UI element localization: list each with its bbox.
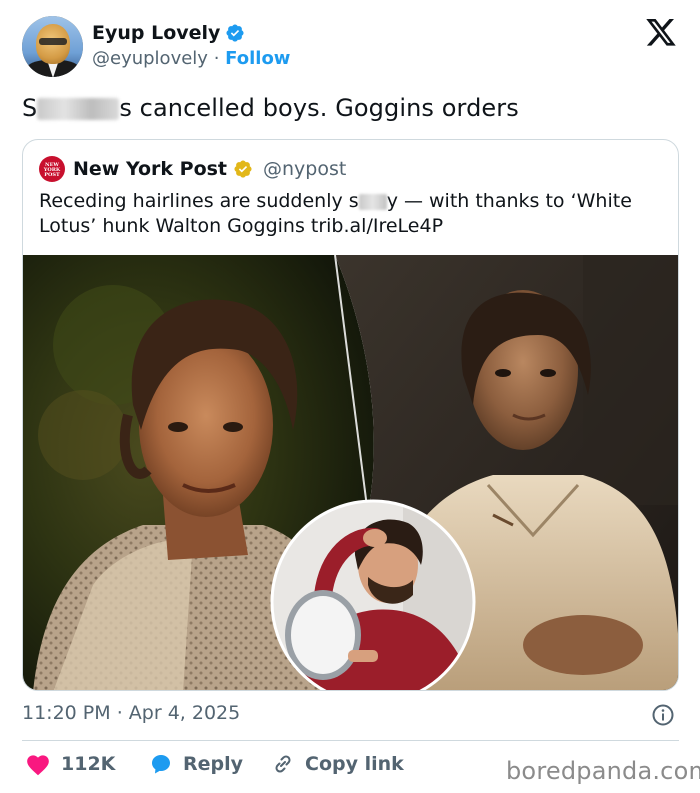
reply-bubble-icon [152,755,170,774]
tweet-time[interactable]: 11:20 PM [22,702,111,724]
quoted-text-part-1: Receding hairlines are suddenly s [39,190,359,212]
info-icon[interactable] [651,703,675,727]
article-image[interactable] [23,255,678,690]
tweet-timestamp[interactable]: 11:20 PM · Apr 4, 2025 [22,702,240,724]
tweet-text-prefix: S [22,94,38,122]
author-handle-row: @eyuplovely · Follow [92,48,290,69]
tweet-card: Eyup Lovely @eyuplovely · Follow Ss canc… [0,0,700,793]
copy-link-label: Copy link [305,753,404,775]
timestamp-separator: · [116,702,123,724]
article-image-graphic [23,255,678,690]
quoted-tweet[interactable]: NEW YORK POST New York Post @nypost Rece… [22,139,679,691]
tweet-text: Ss cancelled boys. Goggins orders [22,94,519,122]
tweet-text-suffix: s cancelled boys. Goggins orders [119,94,519,122]
handle-separator: · [213,48,220,69]
x-logo-icon[interactable] [646,19,676,46]
like-count: 112K [61,753,116,775]
link-icon [275,755,291,773]
footer-divider [22,740,679,741]
copy-link-button[interactable]: Copy link [271,752,404,776]
author-name[interactable]: Eyup Lovely [92,22,220,44]
reply-button[interactable]: Reply [149,752,243,776]
author-name-row[interactable]: Eyup Lovely [92,22,245,44]
author-handle[interactable]: @eyuplovely [92,48,208,69]
censored-word [37,98,120,120]
quoted-tweet-header: NEW YORK POST New York Post @nypost [39,156,346,182]
author-avatar[interactable] [22,16,83,77]
gold-verified-badge-icon [234,160,252,178]
follow-button[interactable]: Follow [225,48,290,69]
nypost-logo-icon: NEW YORK POST [39,156,65,182]
quoted-tweet-text: Receding hairlines are suddenly sy — wit… [39,189,659,239]
verified-badge-icon [226,24,244,42]
like-button[interactable]: 112K [25,752,115,776]
quoted-source-handle[interactable]: @nypost [263,158,346,180]
reply-label: Reply [183,753,244,775]
watermark: boredpanda.com [506,757,700,785]
heart-icon [27,755,49,776]
censored-word-quote [358,193,387,210]
tweet-date[interactable]: Apr 4, 2025 [129,702,240,724]
quoted-source-name[interactable]: New York Post [73,158,227,180]
